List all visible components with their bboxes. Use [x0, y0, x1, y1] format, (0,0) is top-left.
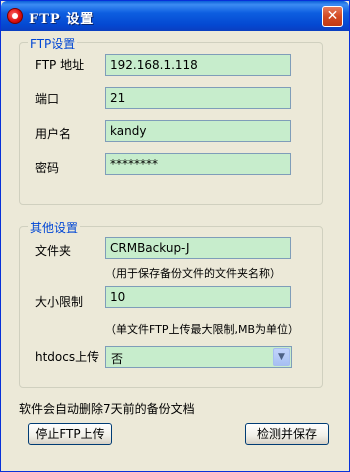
auto-delete-note: 软件会自动删除7天前的备份文档 [19, 402, 195, 416]
password-label: 密码 [35, 161, 60, 175]
htdocs-upload-label: htdocs上传 [35, 350, 100, 364]
htdocs-upload-value: 否 [111, 352, 124, 366]
folder-field[interactable]: CRMBackup-J [105, 237, 291, 259]
htdocs-upload-select[interactable]: 否 ▼ [105, 346, 292, 368]
username-label: 用户名 [35, 127, 72, 141]
port-label: 端口 [35, 92, 60, 106]
folder-label: 文件夹 [35, 244, 72, 258]
ftp-settings-window: FTP 设置 ✕ FTP设置 FTP 地址 192.168.1.118 端口 2… [0, 0, 350, 472]
password-field[interactable]: ******** [105, 153, 291, 175]
other-settings-group-title: 其他设置 [28, 219, 81, 236]
app-icon [7, 8, 23, 24]
size-limit-hint: （单文件FTP上传最大限制,MB为单位） [105, 323, 300, 336]
size-limit-label: 大小限制 [35, 295, 84, 309]
ftp-settings-group-title: FTP设置 [28, 35, 78, 52]
title-bar[interactable]: FTP 设置 ✕ [1, 1, 349, 31]
close-button[interactable]: ✕ [322, 6, 343, 27]
size-limit-field[interactable]: 10 [105, 286, 291, 308]
folder-hint: （用于保存备份文件的文件夹名称） [105, 267, 281, 280]
stop-ftp-upload-button[interactable]: 停止FTP上传 [28, 423, 112, 445]
check-and-save-button[interactable]: 检测并保存 [245, 423, 329, 445]
window-title: FTP 设置 [29, 12, 95, 27]
port-field[interactable]: 21 [105, 87, 291, 109]
ftp-address-field[interactable]: 192.168.1.118 [105, 54, 291, 76]
username-field[interactable]: kandy [105, 120, 291, 142]
chevron-down-icon[interactable]: ▼ [273, 348, 290, 366]
ftp-address-label: FTP 地址 [35, 58, 85, 72]
